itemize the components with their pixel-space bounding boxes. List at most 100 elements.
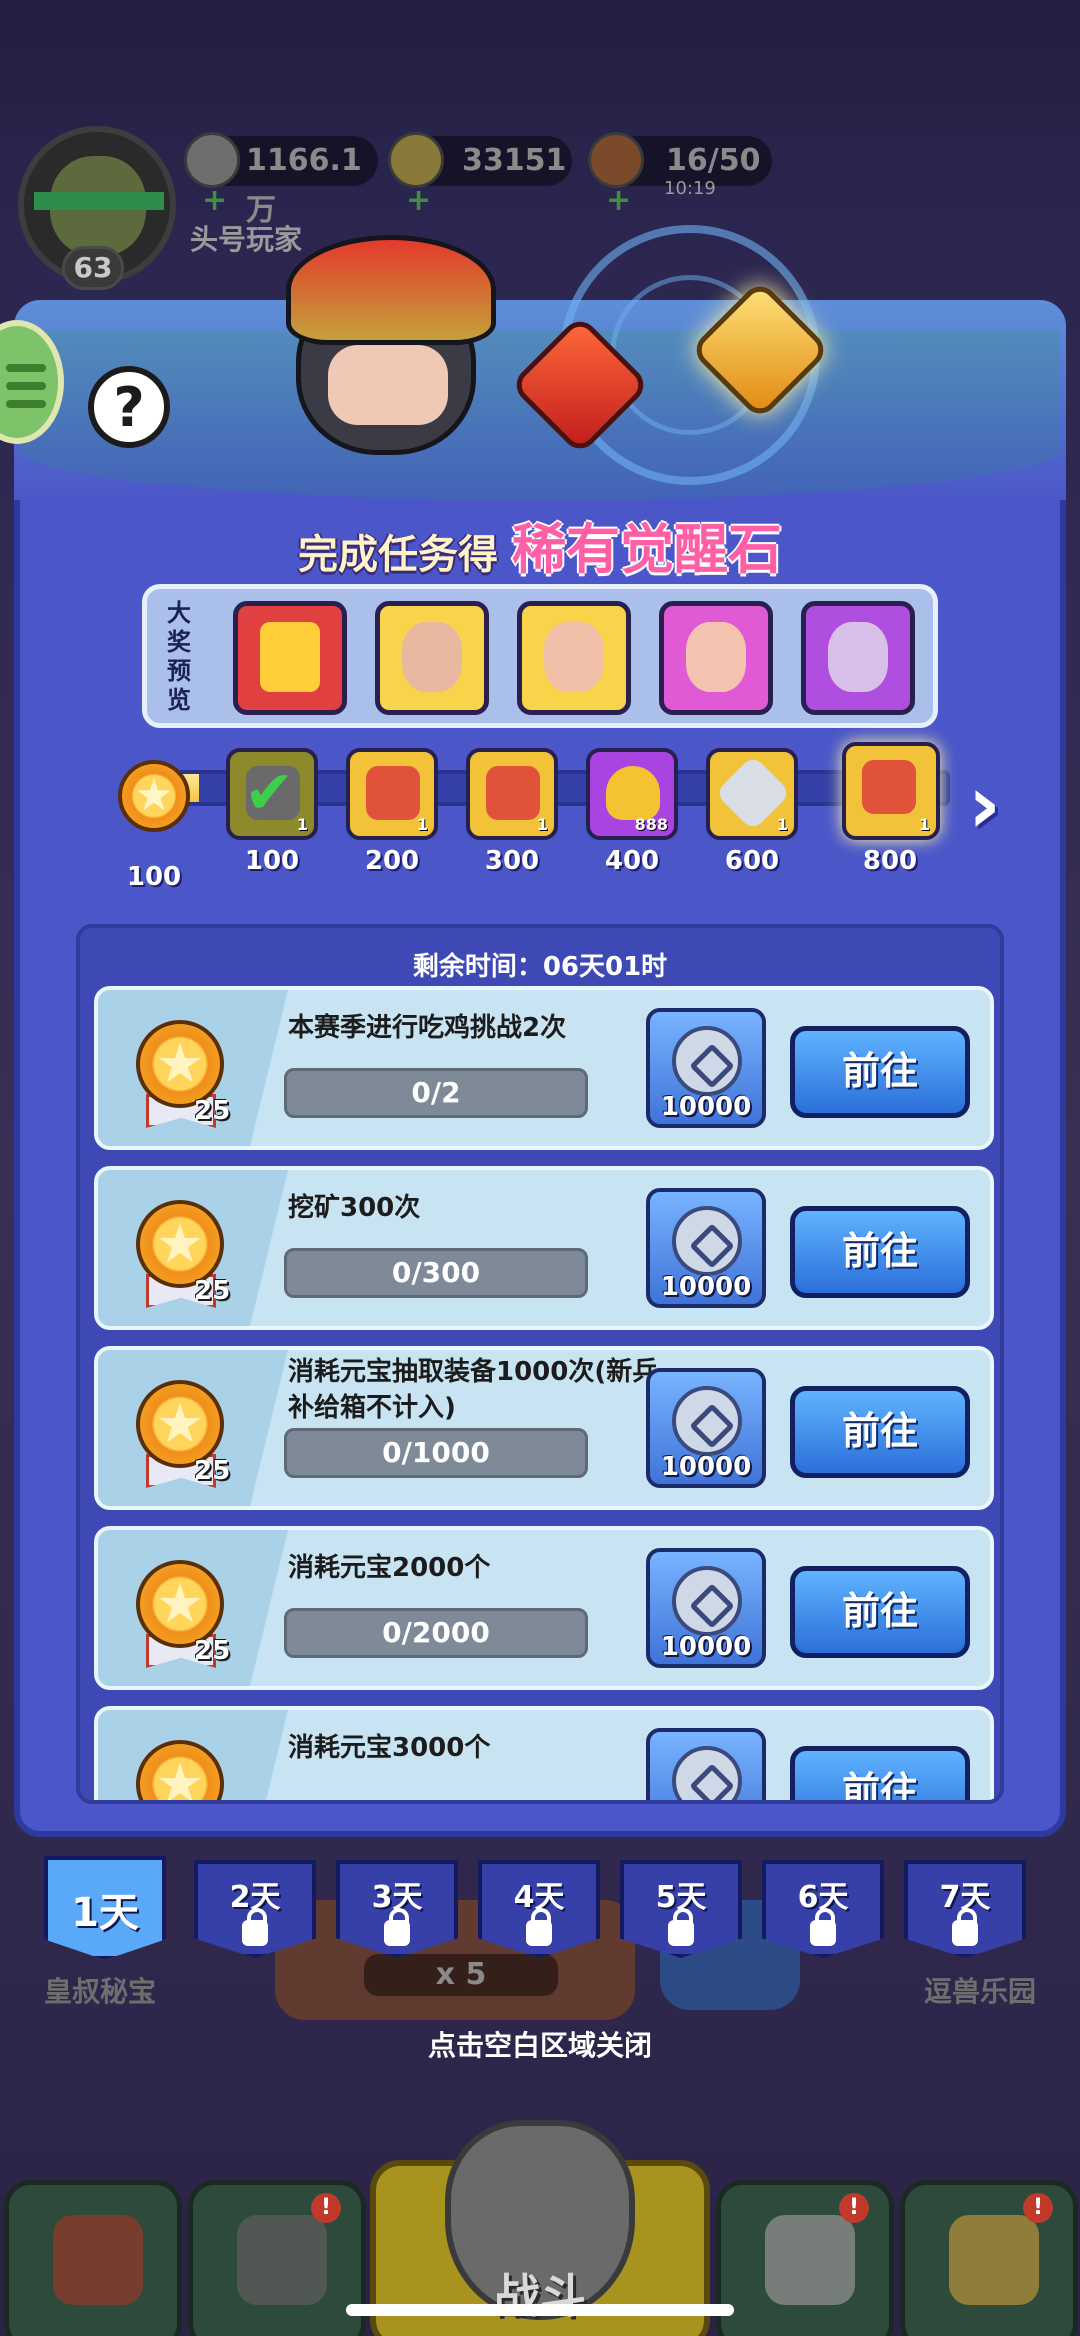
copper-resource[interactable]: 1166.1万 + (184, 132, 378, 228)
player-level-badge: 63 (62, 246, 124, 290)
background-count: x 5 (364, 1954, 558, 1996)
task-points: 25 (194, 1636, 231, 1666)
helmet-icon (237, 2215, 327, 2305)
equipment-icon (765, 2215, 855, 2305)
stamina-amount: 16/50 (666, 143, 761, 178)
reward-amount: 10000 (660, 1452, 752, 1482)
milestone-count: 1 (416, 815, 428, 834)
milestone-count: 888 (634, 815, 668, 834)
nav-shop-button[interactable] (4, 2180, 182, 2336)
home-indicator (346, 2304, 734, 2316)
go-button[interactable]: 前往 (790, 1566, 970, 1658)
day-tab-6[interactable]: 6天 (762, 1860, 884, 1958)
add-gold-icon[interactable]: + (406, 176, 431, 226)
day-tab-label: 1天 (71, 1890, 139, 1936)
star-medal-icon (136, 1560, 224, 1648)
headline-highlight: 稀有觉醒石 (511, 518, 782, 581)
task-points: 25 (194, 1456, 231, 1486)
milestone-600-reward[interactable]: 1 (706, 748, 798, 840)
preview-label: 大奖预览 (167, 599, 191, 714)
reward-amount: 10000 (660, 1632, 752, 1662)
notification-badge: ! (839, 2193, 869, 2223)
star-medal-icon (136, 1740, 224, 1800)
menu-line (6, 400, 46, 408)
go-button[interactable]: 前往 (790, 1026, 970, 1118)
day-tab-3[interactable]: 3天 (336, 1860, 458, 1958)
milestone-label: 300 (484, 846, 540, 876)
star-medal-icon (136, 1380, 224, 1468)
notification-badge: ! (1023, 2193, 1053, 2223)
menu-line (6, 364, 46, 372)
nav-hero-button[interactable]: ! (188, 2180, 366, 2336)
help-button[interactable]: ? (88, 366, 170, 448)
copper-coin-icon (672, 1566, 742, 1636)
milestone-label: 200 (364, 846, 420, 876)
milestone-300-reward[interactable]: 1 (466, 748, 558, 840)
shop-gate-icon (53, 2215, 143, 2305)
current-points: 100 (126, 862, 182, 892)
milestone-200-reward[interactable]: 1 (346, 748, 438, 840)
close-hint[interactable]: 点击空白区域关闭 (0, 2024, 1080, 2064)
stamina-timer: 10:19 (664, 178, 716, 199)
day-tab-1[interactable]: 1天 (44, 1856, 166, 1960)
gold-resource[interactable]: 33151 + (388, 132, 572, 218)
day-tab-4[interactable]: 4天 (478, 1860, 600, 1958)
add-copper-icon[interactable]: + (202, 176, 227, 226)
go-button[interactable]: 前往 (790, 1386, 970, 1478)
prize-hero-1[interactable] (375, 601, 489, 715)
milestone-800-reward[interactable]: 1 (842, 742, 940, 840)
task-title: 消耗元宝抽取装备1000次(新兵补给箱不计入) (288, 1357, 659, 1423)
day-tab-7[interactable]: 7天 (904, 1860, 1026, 1958)
task-row: 25 消耗元宝2000个 0/2000 10000 前往 (94, 1526, 994, 1690)
next-milestones-arrow-icon[interactable]: › (968, 760, 1028, 850)
day-tab-2[interactable]: 2天 (194, 1860, 316, 1958)
task-row: 25 挖矿300次 0/300 10000 前往 (94, 1166, 994, 1330)
task-title: 消耗元宝3000个 (288, 1733, 491, 1763)
headline-prefix: 完成任务得 (298, 532, 499, 578)
grand-prize-preview: 大奖预览 (142, 584, 938, 728)
prize-red-puzzle[interactable] (233, 601, 347, 715)
prize-hero-3[interactable] (659, 601, 773, 715)
task-reward[interactable]: 10000 (646, 1008, 766, 1128)
task-reward[interactable] (646, 1728, 766, 1800)
milestone-400-reward[interactable]: 888 (586, 748, 678, 840)
task-row: 消耗元宝3000个 前往 (94, 1706, 994, 1800)
task-reward[interactable]: 10000 (646, 1368, 766, 1488)
go-button[interactable]: 前往 (790, 1746, 970, 1800)
claimed-check-icon: ✔ (244, 758, 295, 828)
task-reward[interactable]: 10000 (646, 1188, 766, 1308)
points-star-icon (118, 760, 190, 832)
remaining-time: 剩余时间：06天01时 (412, 952, 668, 982)
task-points: 25 (194, 1276, 231, 1306)
task-list[interactable]: 剩余时间：06天01时 25 本赛季进行吃鸡挑战2次 0/2 10000 前往 … (76, 924, 1004, 1804)
awakening-stone-icon (486, 766, 540, 820)
task-points: 25 (194, 1096, 231, 1126)
milestone-label: 600 (724, 846, 780, 876)
copper-coin-icon (672, 1026, 742, 1096)
copper-coin-icon (672, 1206, 742, 1276)
lock-icon (384, 1908, 410, 1946)
event-headline: 完成任务得 稀有觉醒石 (0, 505, 1080, 584)
lock-icon (810, 1908, 836, 1946)
milestone-100-chest[interactable]: ✔ 1 (226, 748, 318, 840)
milestone-count: 1 (536, 815, 548, 834)
prize-hero-2[interactable] (517, 601, 631, 715)
add-stamina-icon[interactable]: + (606, 176, 631, 226)
task-title: 消耗元宝2000个 (288, 1553, 491, 1583)
hero-face (328, 345, 448, 425)
gold-ingot-icon (606, 766, 660, 820)
day-tab-5[interactable]: 5天 (620, 1860, 742, 1958)
milestone-count: 1 (296, 815, 308, 834)
battle-label: 战斗 (494, 2269, 586, 2323)
prize-hero-4[interactable] (801, 601, 915, 715)
upgrade-icon (949, 2215, 1039, 2305)
nav-upgrade-button[interactable]: ! (900, 2180, 1078, 2336)
hero-portrait-icon (828, 622, 888, 692)
milestone-label: 800 (862, 846, 918, 876)
nav-equipment-button[interactable]: ! (716, 2180, 894, 2336)
hero-portrait-icon (544, 622, 604, 692)
menu-line (6, 382, 46, 390)
go-button[interactable]: 前往 (790, 1206, 970, 1298)
task-reward[interactable]: 10000 (646, 1548, 766, 1668)
lock-icon (668, 1908, 694, 1946)
